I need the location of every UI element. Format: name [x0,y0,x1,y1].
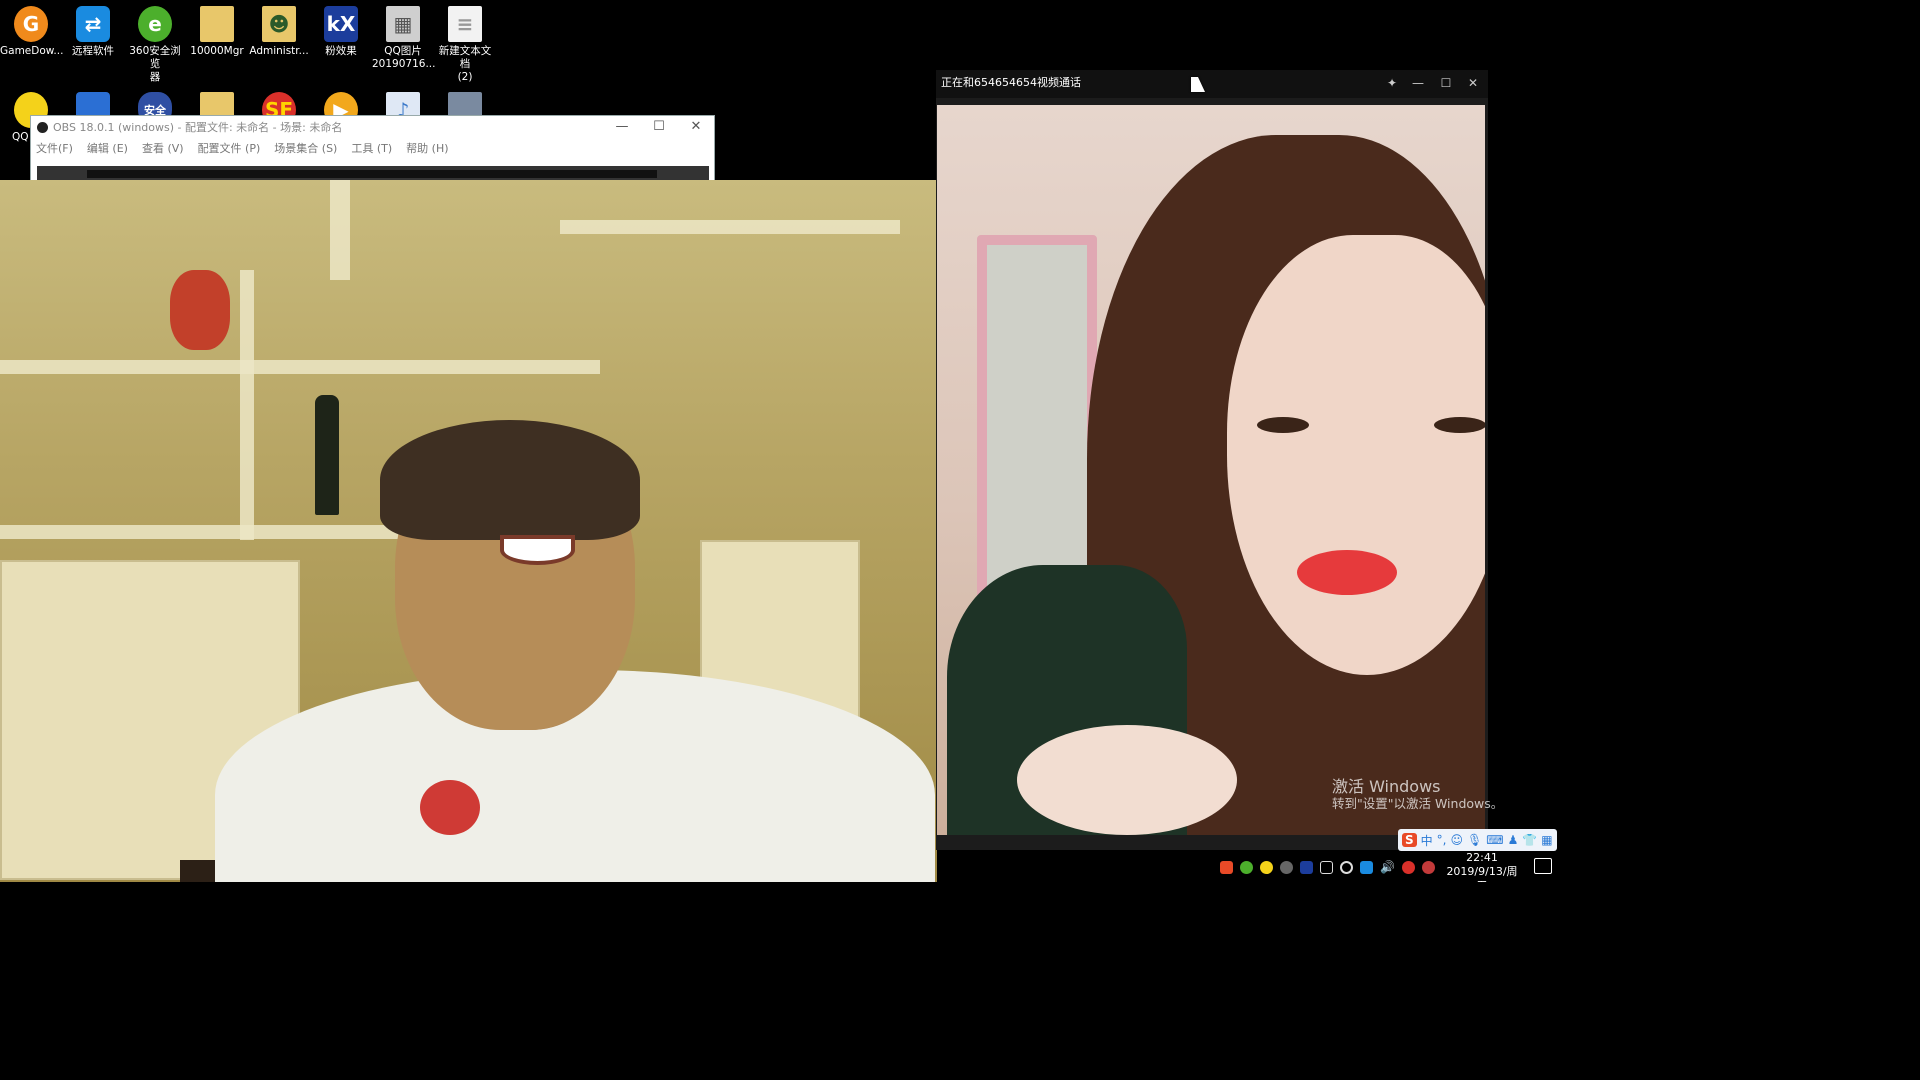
desktop-icon-gamedownloader[interactable]: G GameDow... [0,6,63,58]
taskbar-clock[interactable]: 22:41 2019/9/13/周五 [1444,851,1520,882]
shelf [560,220,900,234]
gamedownloader-icon: G [14,6,48,42]
video-call-window[interactable]: 正在和654654654视频通话 ✦ — ☐ ✕ [936,70,1488,850]
obs-minimize-button[interactable]: — [604,116,640,138]
microphone-icon[interactable]: 🎙 [1467,833,1482,847]
obs-menu-view[interactable]: 查看 (V) [142,140,184,156]
360-browser-icon: e [138,6,172,42]
folder-icon [200,6,234,42]
obs-tray-icon[interactable] [1280,860,1293,874]
obs-menu-file[interactable]: 文件(F) [36,140,73,156]
activation-watermark-text: 转到"设置"以激活 Windows。 [1332,796,1504,811]
desktop-icon-remote-software[interactable]: ⇄ 远程软件 [62,6,124,58]
volume-icon[interactable]: 🔊 [1380,860,1395,874]
network-icon[interactable] [1320,860,1333,874]
obs-menu-help[interactable]: 帮助 (H) [406,140,448,156]
remote-person-lips [1297,550,1397,595]
person-hair [380,420,640,540]
shelf [330,180,350,280]
user-folder-icon: ☻ [262,6,296,42]
sogou-logo-icon[interactable]: S [1402,833,1417,847]
person-smile [500,535,575,565]
bottle [315,395,339,515]
kx-app-icon: kX [324,6,358,42]
call-minimize-button[interactable]: — [1404,70,1432,96]
remote-person-hand [1017,725,1237,835]
remote-person-eye [1434,417,1485,433]
desktop-icon-kx-app[interactable]: kX 粉效果 [310,6,372,58]
mouse-cursor-icon [1191,77,1205,92]
obs-menu-edit[interactable]: 编辑 (E) [87,140,128,156]
desktop-icon-10000mgr[interactable]: 10000Mgr [186,6,248,58]
ime-language-toggle[interactable]: 中 [1421,832,1433,849]
desktop: { "desktop_icons":[ {"label":"GameDow...… [0,0,1568,882]
app-tray-icon[interactable] [1421,860,1435,874]
obs-menu-bar: 文件(F) 编辑 (E) 查看 (V) 配置文件 (P) 场景集合 (S) 工具… [31,138,714,158]
obs-menu-tools[interactable]: 工具 (T) [351,140,392,156]
call-title: 正在和654654654视频通话 [941,76,1081,89]
obs-title: OBS 18.0.1 (windows) - 配置文件: 未命名 - 场景: 未… [53,121,343,134]
skin-icon[interactable]: 👕 [1522,833,1537,847]
call-close-button[interactable]: ✕ [1459,70,1487,96]
shelf [240,270,254,540]
kx-tray-icon[interactable] [1300,860,1313,874]
user-icon[interactable]: ♟ [1508,833,1519,847]
pin-icon[interactable]: ✦ [1378,70,1406,96]
image-file-icon: ▦ [386,6,420,42]
antivirus-tray-icon[interactable] [1401,860,1415,874]
360-tray-icon[interactable] [1240,860,1253,874]
obs-logo-icon [37,121,48,133]
obs-maximize-button[interactable]: ☐ [641,116,677,138]
desktop-icon-360-browser[interactable]: e 360安全浏览器 [124,6,186,84]
desktop-icon-qq-image[interactable]: ▦ QQ图片 20190716... [372,6,435,71]
remote-tray-icon[interactable] [1360,860,1373,874]
record-icon[interactable] [1340,860,1353,874]
obs-window[interactable]: OBS 18.0.1 (windows) - 配置文件: 未命名 - 场景: 未… [30,115,715,185]
obs-menu-profile[interactable]: 配置文件 (P) [198,140,261,156]
punctuation-icon[interactable]: °, [1437,833,1447,847]
shirt-logo [420,780,480,835]
qq-tray-icon[interactable] [1260,860,1273,874]
toolbox-icon[interactable]: ▦ [1541,833,1552,847]
desktop-icon-new-text-doc[interactable]: ≡ 新建文本文档 (2) [434,6,496,84]
ime-toolbar[interactable]: S 中 °, ☺ 🎙 ⌨ ♟ 👕 ▦ [1398,829,1557,851]
emoji-icon[interactable]: ☺ [1451,833,1464,847]
clock-date: 2019/9/13/周五 [1446,865,1518,882]
figurine [170,270,230,350]
local-webcam-video [0,180,937,882]
remote-software-icon: ⇄ [76,6,110,42]
obs-close-button[interactable]: ✕ [678,116,714,138]
sogou-tray-icon[interactable] [1220,860,1233,874]
call-maximize-button[interactable]: ☐ [1432,70,1460,96]
clock-time: 22:41 [1466,851,1498,864]
text-file-icon: ≡ [448,6,482,42]
keyboard-icon[interactable]: ⌨ [1486,833,1503,847]
notification-center-icon[interactable] [1534,858,1552,874]
obs-menu-scene-collection[interactable]: 场景集合 (S) [274,140,337,156]
desktop-icon-administrator[interactable]: ☻ Administr... [248,6,310,58]
shelf [0,360,600,374]
remote-video [937,105,1485,835]
remote-person-eye [1257,417,1309,433]
